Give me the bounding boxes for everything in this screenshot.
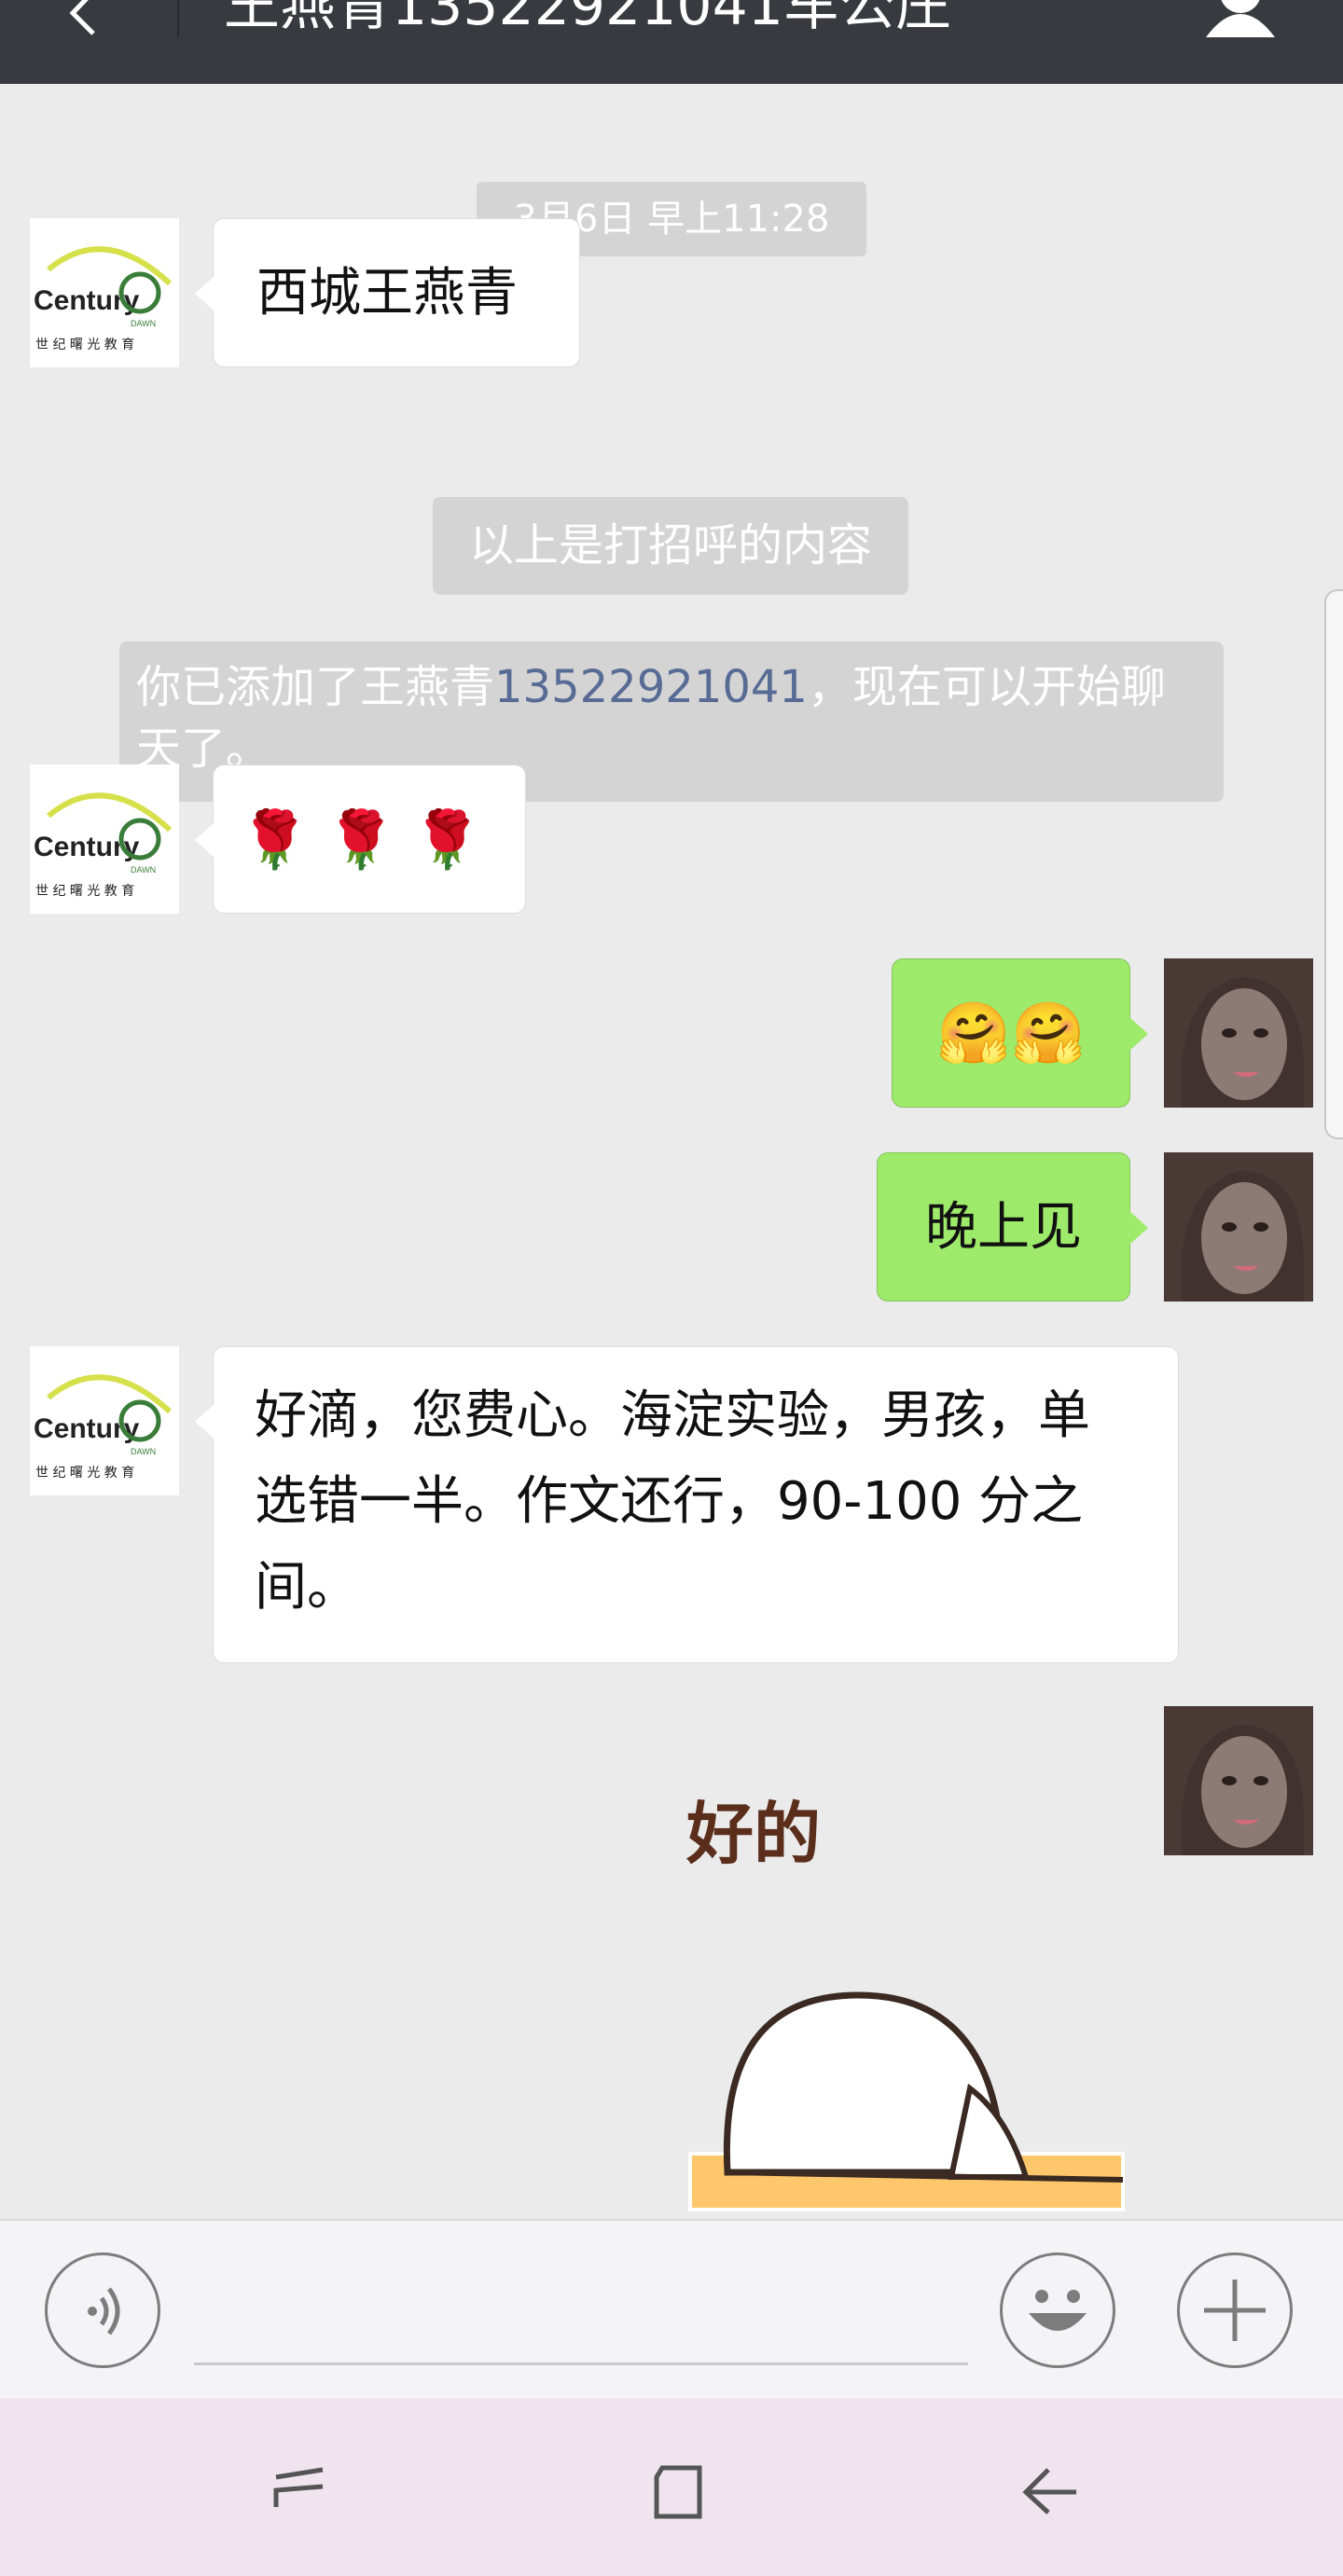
century-dawn-logo-icon: Century DAWN 世 纪 曙 光 教 育 [30, 218, 179, 367]
message-bubble-outgoing[interactable]: 晚上见 [877, 1152, 1148, 1302]
message-text: 晚上见 [925, 1197, 1082, 1258]
chevron-left-icon[interactable] [56, 0, 112, 43]
home-icon[interactable] [634, 2449, 718, 2533]
message-bubble-incoming[interactable]: 🌹🌹🌹 [195, 765, 526, 914]
user-photo-icon [1164, 1152, 1313, 1302]
contact-avatar[interactable]: Century DAWN 世 纪 曙 光 教 育 [30, 765, 179, 914]
recent-apps-icon[interactable] [257, 2449, 341, 2533]
my-avatar[interactable] [1164, 1706, 1313, 1855]
message-text: 好滴，您费心。海淀实验，男孩，单选错一半。作文还行，90-100 分之间。 [255, 1385, 1090, 1618]
sticker-message[interactable]: 好的 [672, 1781, 1138, 2247]
message-input[interactable] [196, 2273, 970, 2359]
contact-avatar[interactable]: Century DAWN 世 纪 曙 光 教 育 [30, 218, 179, 367]
floating-window-edge[interactable] [1324, 589, 1343, 1139]
message-bubble-incoming[interactable]: 西城王燕青 [195, 218, 580, 367]
input-bar [0, 2219, 1343, 2398]
message-bubble-incoming[interactable]: 好滴，您费心。海淀实验，男孩，单选错一半。作文还行，90-100 分之间。 [195, 1346, 1179, 1663]
message-text: 西城王燕青 [256, 263, 518, 324]
back-icon[interactable] [1007, 2449, 1091, 2533]
person-icon[interactable] [1198, 0, 1282, 37]
century-dawn-logo-icon: Century DAWN 世 纪 曙 光 教 育 [30, 1346, 179, 1495]
rose-emoji-message: 🌹🌹🌹 [239, 807, 500, 873]
svg-text:世 纪 曙 光 教 育: 世 纪 曙 光 教 育 [35, 884, 134, 899]
century-dawn-logo-icon: Century DAWN 世 纪 曙 光 教 育 [30, 765, 179, 914]
chat-area[interactable]: 3月6日 早上11:28 Century DAWN 世 纪 曙 光 教 育 西城… [0, 84, 1343, 2219]
svg-text:世 纪 曙 光 教 育: 世 纪 曙 光 教 育 [35, 1466, 134, 1481]
system-text-prefix: 你已添加了王燕青 [136, 661, 495, 713]
user-photo-icon [1164, 1706, 1313, 1855]
system-nav-bar [0, 2398, 1343, 2576]
header-divider [177, 0, 179, 37]
my-avatar[interactable] [1164, 1152, 1313, 1302]
user-photo-icon [1164, 958, 1313, 1108]
input-underline [194, 2362, 968, 2365]
svg-text:DAWN: DAWN [131, 1447, 156, 1456]
svg-text:DAWN: DAWN [131, 865, 156, 875]
hug-emoji-message: 🤗🤗 [936, 999, 1086, 1068]
chat-title: 王燕青13522921041车公庄 [224, 0, 951, 38]
message-bubble-outgoing[interactable]: 🤗🤗 [892, 958, 1148, 1108]
sticker-caption: 好的 [685, 1795, 821, 1873]
phone-number-link[interactable]: 13522921041 [494, 661, 808, 713]
voice-icon[interactable] [45, 2252, 160, 2368]
contact-avatar[interactable]: Century DAWN 世 纪 曙 光 教 育 [30, 1346, 179, 1495]
plus-icon[interactable] [1177, 2252, 1293, 2368]
smiley-icon[interactable] [1000, 2252, 1115, 2368]
svg-text:DAWN: DAWN [131, 319, 156, 328]
system-message-greeting: 以上是打招呼的内容 [433, 497, 908, 595]
chat-header: 王燕青13522921041车公庄 [0, 0, 1343, 84]
bun-sticker-icon: 好的 [685, 1795, 1125, 2211]
svg-text:世 纪 曙 光 教 育: 世 纪 曙 光 教 育 [35, 337, 134, 352]
my-avatar[interactable] [1164, 958, 1313, 1108]
